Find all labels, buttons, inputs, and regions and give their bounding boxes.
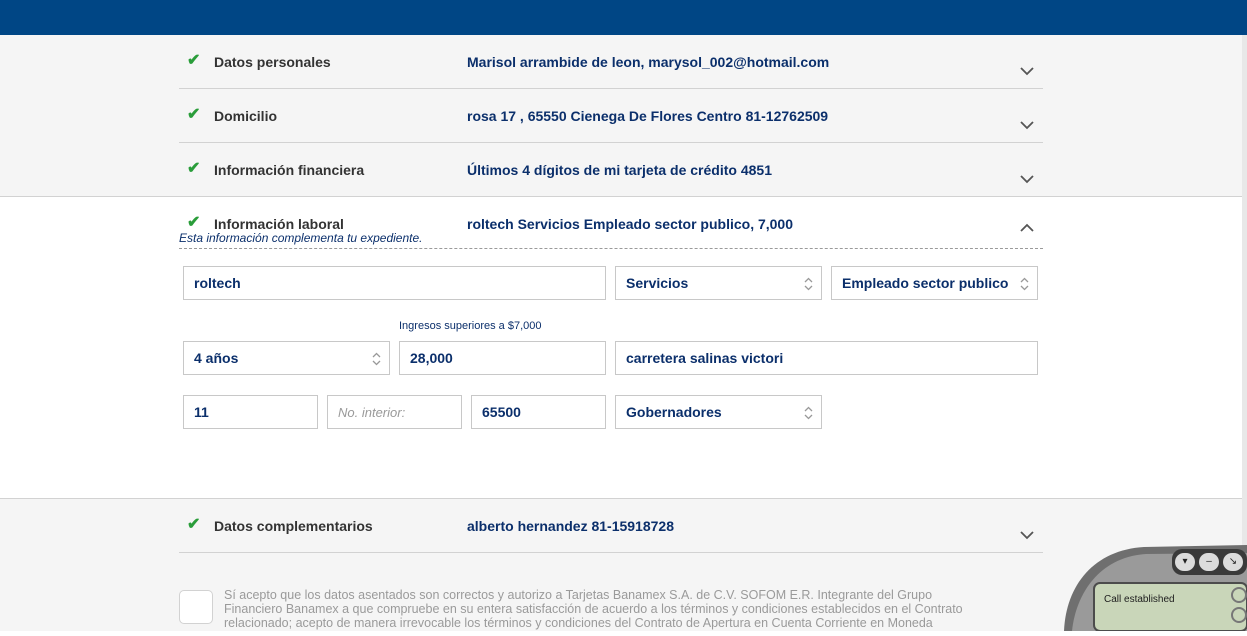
select-arrows-icon [804, 406, 813, 420]
softphone-widget[interactable]: ▾ – ↘ Call established [1064, 545, 1247, 632]
field-value: Gobernadores [626, 404, 722, 420]
restore-button[interactable]: – [1199, 553, 1219, 571]
income-field[interactable]: 28,000 [399, 341, 606, 375]
softphone-body [1064, 545, 1247, 632]
years-select[interactable]: 4 años [183, 341, 390, 375]
section-summary: rosa 17 , 65550 Cienega De Flores Centro… [467, 108, 829, 124]
section-label: Información laboral [214, 216, 344, 232]
company-field[interactable]: roltech [183, 266, 606, 300]
section-label: Datos complementarios [214, 518, 373, 534]
check-icon: ✔ [187, 160, 201, 177]
field-value: roltech [194, 275, 241, 291]
terms-text: Sí acepto que los datos asentados son co… [224, 588, 963, 630]
occupation-select[interactable]: Empleado sector publico [831, 266, 1038, 300]
select-arrows-icon [372, 352, 381, 366]
select-arrows-icon [1020, 277, 1029, 291]
zip-field[interactable]: 65500 [471, 395, 606, 429]
section-label: Domicilio [214, 108, 278, 124]
check-icon: ✔ [187, 214, 201, 231]
ext-number-field[interactable]: 11 [183, 395, 318, 429]
field-value: Empleado sector publico [842, 275, 1009, 291]
street-field[interactable]: carretera salinas victori [615, 341, 1038, 375]
field-value: 11 [194, 404, 209, 420]
sector-select[interactable]: Servicios [615, 266, 822, 300]
field-value: 65500 [482, 404, 521, 420]
check-icon: ✔ [187, 516, 201, 533]
divider [0, 196, 1242, 197]
int-number-field[interactable]: No. interior: [327, 395, 462, 429]
field-placeholder: No. interior: [338, 405, 406, 420]
minimize-button[interactable]: ▾ [1175, 553, 1195, 571]
section-label: Datos personales [214, 54, 331, 70]
income-label: Ingresos superiores a $7,000 [399, 320, 542, 332]
scrollbar[interactable] [1242, 35, 1247, 631]
section-summary: Últimos 4 dígitos de mi tarjeta de crédi… [467, 162, 772, 178]
expand-button[interactable]: ↘ [1223, 553, 1243, 571]
section-summary: alberto hernandez 81-15918728 [467, 518, 674, 534]
top-header-bar [0, 0, 1247, 35]
check-icon: ✔ [187, 52, 201, 69]
terms-checkbox[interactable] [179, 590, 213, 624]
chevron-down-icon[interactable] [1019, 117, 1035, 133]
section-summary: roltech Servicios Empleado sector public… [467, 216, 794, 232]
section-hint: Esta información complementa tu expedien… [179, 231, 423, 245]
check-icon: ✔ [187, 106, 201, 123]
chevron-down-icon[interactable] [1019, 171, 1035, 187]
field-value: carretera salinas victori [626, 350, 784, 366]
field-value: 4 años [194, 350, 239, 366]
divider [179, 142, 1043, 143]
divider [179, 88, 1043, 89]
chevron-up-icon[interactable] [1019, 220, 1035, 236]
chevron-down-icon[interactable] [1019, 527, 1035, 543]
colony-select[interactable]: Gobernadores [615, 395, 822, 429]
dashed-divider [179, 248, 1043, 249]
chevron-down-icon[interactable] [1019, 63, 1035, 79]
field-value: Servicios [626, 275, 689, 291]
divider [179, 552, 1043, 553]
call-status: Call established [1104, 594, 1175, 605]
section-summary: Marisol arrambide de leon, marysol_002@h… [467, 54, 830, 70]
section-label: Información financiera [214, 162, 365, 178]
divider [0, 498, 1242, 499]
select-arrows-icon [804, 277, 813, 291]
field-value: 28,000 [410, 350, 453, 366]
